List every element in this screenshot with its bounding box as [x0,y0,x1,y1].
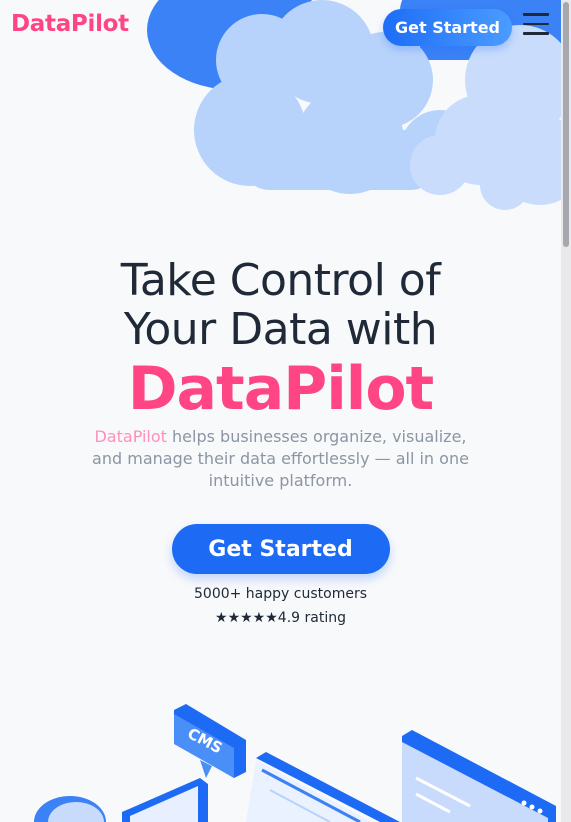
hero-get-started-button[interactable]: Get Started [171,524,390,574]
hero-headline: Take Control of Your Data with DataPilot [0,256,561,422]
headline-line-2: Your Data with [123,304,438,355]
scrollbar-thumb[interactable] [563,2,569,247]
small-panel-shape [122,778,208,822]
cms-badge: CMS [174,704,246,778]
header-get-started-button[interactable]: Get Started [383,9,512,46]
logo[interactable]: DataPilot [11,11,129,37]
subtitle-brand: DataPilot [94,427,167,446]
star-rating-icon: ★★★★★ [215,610,278,626]
page: DataPilot Get Started Take Control of Yo… [0,0,571,822]
browser-window-shape [402,730,556,822]
hero-section: Take Control of Your Data with DataPilot… [0,256,561,626]
rating: ★★★★★4.9 rating [0,610,561,626]
headline-brand: DataPilot [127,354,434,424]
isometric-illustration: CMS [34,704,556,822]
headline-line-1: Take Control of [120,255,441,306]
vertical-scrollbar[interactable] [561,0,571,822]
customers-count: 5000+ happy customers [194,586,367,602]
laptop-shape [246,752,400,822]
round-device-shape [34,796,106,822]
hero-subtitle: DataPilot helps businesses organize, vis… [91,426,471,492]
hamburger-menu-icon[interactable] [523,13,549,39]
rating-text: 4.9 rating [277,610,346,626]
site-header: DataPilot Get Started [0,0,571,56]
